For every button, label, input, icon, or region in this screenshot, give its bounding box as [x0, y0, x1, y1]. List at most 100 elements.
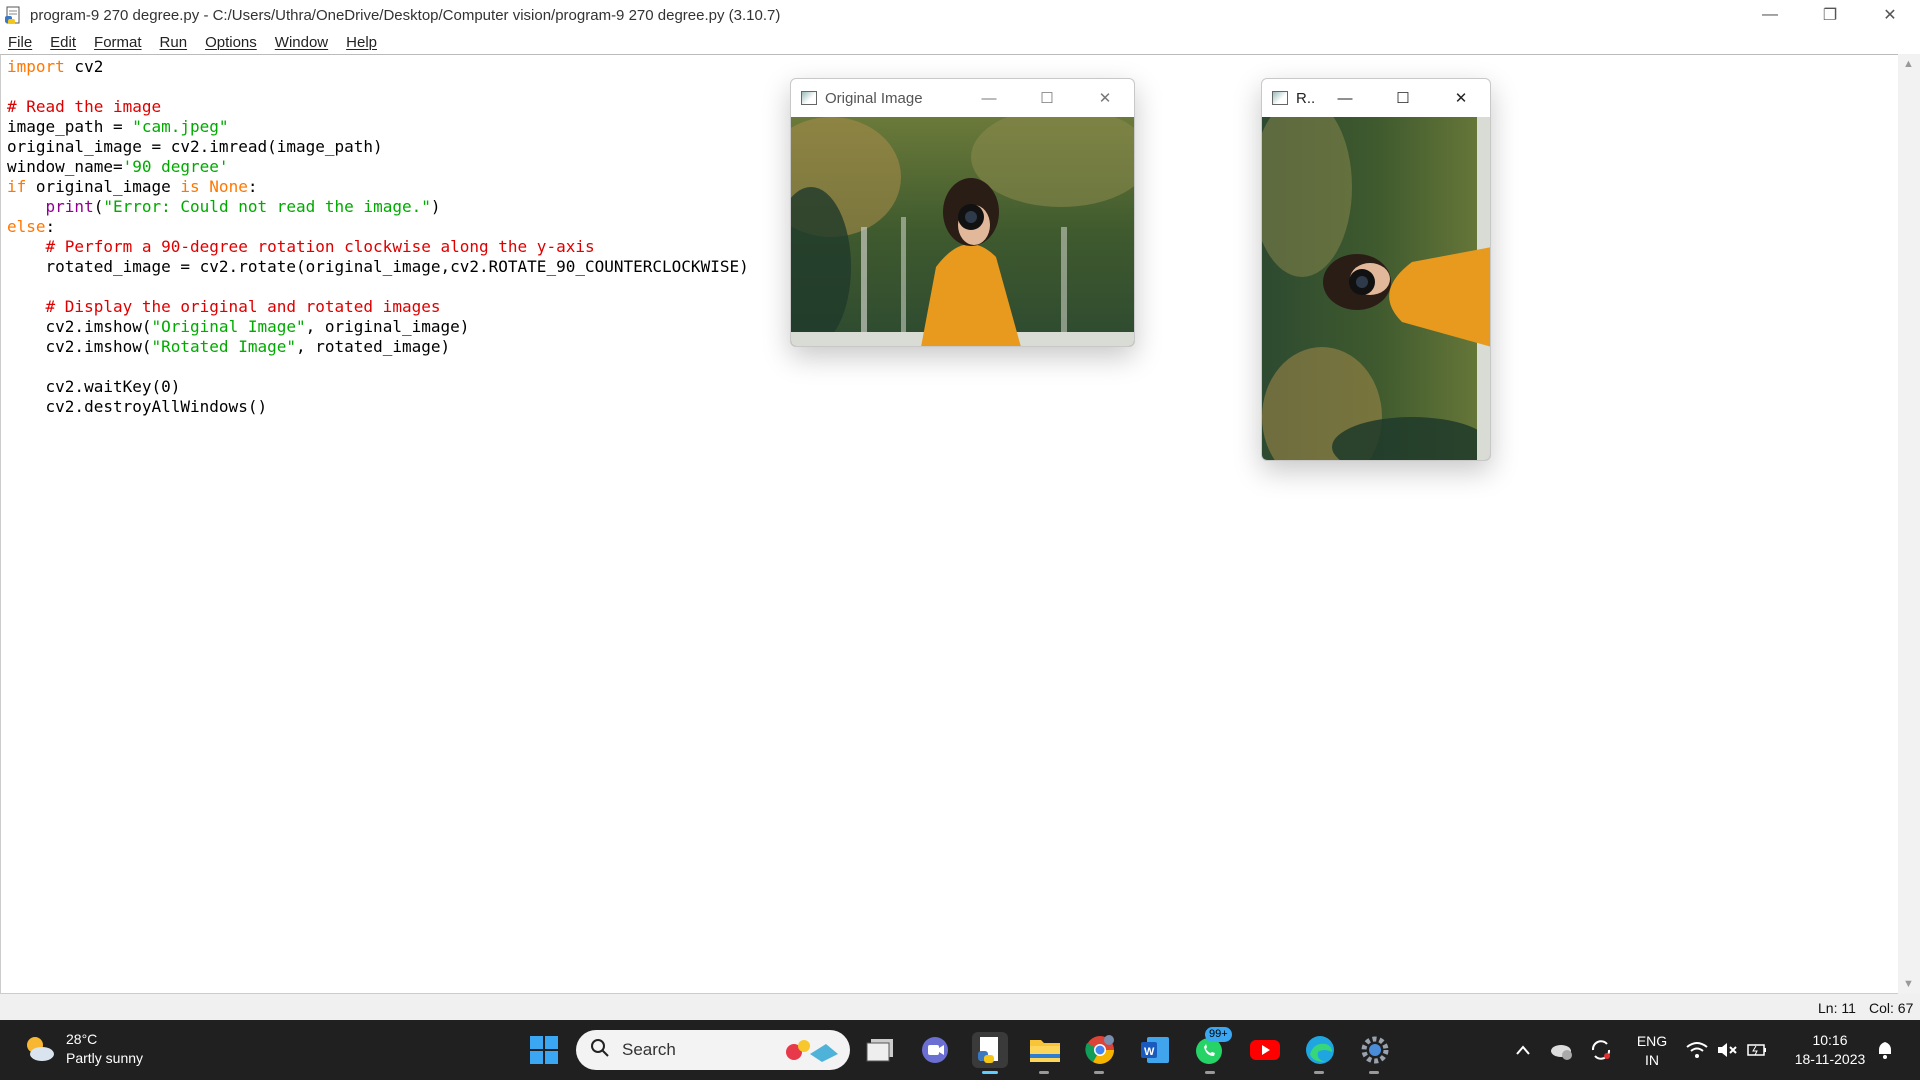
weather-partly-sunny-icon: [22, 1032, 56, 1066]
task-view-icon[interactable]: [862, 1032, 898, 1068]
menu-window[interactable]: Window: [275, 34, 328, 51]
original-photo: [791, 117, 1134, 346]
window-app-icon: [1272, 91, 1288, 105]
search-highlight-icon: [780, 1036, 842, 1069]
close-button[interactable]: ✕: [1860, 0, 1920, 30]
code-line[interactable]: [7, 277, 749, 297]
wifi-icon[interactable]: [1680, 1032, 1714, 1068]
whatsapp-badge: 99+: [1205, 1027, 1232, 1042]
code-line[interactable]: window_name='90 degree': [7, 157, 749, 177]
maximize-button[interactable]: ☐: [1374, 79, 1432, 117]
code-token: "cam.jpeg": [132, 117, 229, 136]
volume-muted-icon[interactable]: [1710, 1032, 1744, 1068]
show-hidden-icons-chevron-up-icon[interactable]: [1506, 1032, 1540, 1068]
rotated-image-window[interactable]: R.. — ☐ ✕: [1261, 78, 1491, 461]
code-line[interactable]: cv2.imshow("Original Image", original_im…: [7, 317, 749, 337]
idle-app-icon: [4, 5, 24, 25]
code-line[interactable]: image_path = "cam.jpeg": [7, 117, 749, 137]
code-token: cv2: [64, 57, 104, 76]
restore-button[interactable]: ❐: [1800, 0, 1860, 30]
teams-chat-icon[interactable]: [917, 1032, 953, 1068]
status-col: Col: 67: [1869, 1000, 1914, 1016]
title-bar[interactable]: program-9 270 degree.py - C:/Users/Uthra…: [0, 0, 1920, 30]
rotated-window-titlebar[interactable]: R.. — ☐ ✕: [1262, 79, 1490, 117]
code-line[interactable]: if original_image is None:: [7, 177, 749, 197]
weather-widget[interactable]: 28°C Partly sunny: [22, 1030, 143, 1068]
code-line[interactable]: # Read the image: [7, 97, 749, 117]
original-image-window[interactable]: Original Image — ☐ ✕: [790, 78, 1135, 347]
sync-icon[interactable]: [1584, 1032, 1618, 1068]
notification-bell-icon[interactable]: [1868, 1032, 1902, 1068]
clock-time: 10:16: [1812, 1032, 1848, 1048]
idle-taskbar-icon[interactable]: [972, 1032, 1008, 1068]
code-token: ): [430, 197, 441, 216]
code-line[interactable]: # Display the original and rotated image…: [7, 297, 749, 317]
code-token: # Read the image: [7, 97, 162, 116]
code-line[interactable]: else:: [7, 217, 749, 237]
menu-edit[interactable]: Edit: [50, 34, 76, 51]
idle-active-indicator: [982, 1071, 998, 1074]
edge-indicator: [1314, 1071, 1324, 1074]
menu-file[interactable]: File: [8, 34, 32, 51]
code-line[interactable]: cv2.imshow("Rotated Image", rotated_imag…: [7, 337, 749, 357]
menu-run[interactable]: Run: [160, 34, 188, 51]
minimize-button[interactable]: —: [1740, 0, 1800, 30]
maximize-button[interactable]: ☐: [1018, 79, 1076, 117]
window-title: program-9 270 degree.py - C:/Users/Uthra…: [30, 6, 781, 24]
minimize-button[interactable]: —: [1316, 79, 1374, 117]
original-window-titlebar[interactable]: Original Image — ☐ ✕: [791, 79, 1134, 117]
edge-icon[interactable]: [1302, 1032, 1338, 1068]
vertical-scrollbar[interactable]: ▲ ▼: [1898, 54, 1920, 994]
explorer-indicator: [1039, 1071, 1049, 1074]
weather-desc: Partly sunny: [66, 1050, 144, 1066]
code-line[interactable]: cv2.waitKey(0): [7, 377, 749, 397]
windows-start-icon[interactable]: [526, 1032, 562, 1068]
scroll-down-icon[interactable]: ▼: [1903, 978, 1914, 990]
code-line[interactable]: [7, 77, 749, 97]
menu-format[interactable]: Format: [94, 34, 142, 51]
code-line[interactable]: print("Error: Could not read the image."…: [7, 197, 749, 217]
window-app-icon: [801, 91, 817, 105]
clock[interactable]: 10:16 18-11-2023: [1784, 1031, 1876, 1069]
taskbar-search-box[interactable]: Search: [576, 1030, 850, 1070]
settings-indicator: [1369, 1071, 1379, 1074]
code-line[interactable]: import cv2: [7, 57, 749, 77]
code-token: original_image: [26, 177, 181, 196]
code-line[interactable]: # Perform a 90-degree rotation clockwise…: [7, 237, 749, 257]
code-token: else: [7, 217, 46, 236]
chrome-icon[interactable]: [1082, 1032, 1118, 1068]
code-line[interactable]: [7, 357, 749, 377]
code-line[interactable]: rotated_image = cv2.rotate(original_imag…: [7, 257, 749, 277]
status-line: Ln: 11: [1818, 1000, 1856, 1016]
code-line[interactable]: cv2.destroyAllWindows(): [7, 397, 749, 417]
code-token: None: [209, 177, 248, 196]
code-token: if: [7, 177, 27, 196]
settings-gear-icon[interactable]: [1357, 1032, 1393, 1068]
code-text[interactable]: import cv2 # Read the image image_path = "…: [7, 57, 749, 417]
code-token: (: [93, 197, 104, 216]
onedrive-cloud-icon[interactable]: [1544, 1032, 1578, 1068]
scroll-up-icon[interactable]: ▲: [1903, 58, 1914, 70]
code-token: cv2.imshow(: [7, 317, 152, 336]
menu-bar: File Edit Format Run Options Window Help: [0, 30, 1920, 54]
youtube-icon[interactable]: [1247, 1032, 1283, 1068]
language-code: ENG: [1636, 1033, 1668, 1049]
search-label: Search: [622, 1040, 676, 1059]
close-button[interactable]: ✕: [1432, 79, 1490, 117]
code-line[interactable]: original_image = cv2.imread(image_path): [7, 137, 749, 157]
menu-options[interactable]: Options: [205, 34, 257, 51]
minimize-button[interactable]: —: [960, 79, 1018, 117]
battery-icon[interactable]: [1740, 1032, 1774, 1068]
chrome-indicator: [1094, 1071, 1104, 1074]
language-indicator[interactable]: ENG IN: [1628, 1032, 1676, 1070]
code-token: original_image = cv2.imread(image_path): [7, 137, 383, 156]
menu-help[interactable]: Help: [346, 34, 377, 51]
word-icon[interactable]: W: [1137, 1032, 1173, 1068]
file-explorer-icon[interactable]: [1027, 1032, 1063, 1068]
search-icon: [590, 1038, 610, 1063]
code-token: rotated_image = cv2.rotate(original_imag…: [7, 257, 749, 276]
close-button[interactable]: ✕: [1076, 79, 1134, 117]
